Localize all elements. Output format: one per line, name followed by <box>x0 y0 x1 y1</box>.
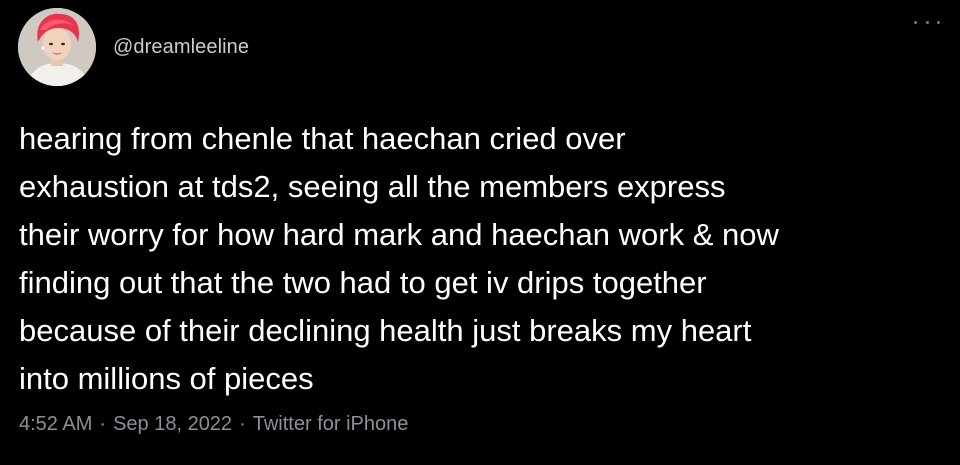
tweet-time[interactable]: 4:52 AM <box>19 413 92 436</box>
meta-separator: · <box>99 413 107 435</box>
meta-separator: · <box>239 413 246 435</box>
tweet-meta: 4:52 AM · Sep 18, 2022 · Twitter for iPh… <box>19 413 408 436</box>
tweet-header: @dreamleeline <box>18 8 249 86</box>
more-horizontal-icon-dot <box>925 20 929 24</box>
avatar[interactable] <box>18 8 96 86</box>
user-handle[interactable]: @dreamleeline <box>113 36 249 59</box>
tweet-date[interactable]: Sep 18, 2022 <box>113 413 232 436</box>
more-horizontal-icon-dot <box>937 20 940 24</box>
tweet-text: hearing from chenle that haechan cried o… <box>19 121 779 396</box>
more-options-button[interactable] <box>914 12 940 32</box>
more-horizontal-icon <box>914 20 917 24</box>
tweet-card: @dreamleeline hearing from chenle that h… <box>0 0 960 465</box>
avatar-image <box>18 8 96 86</box>
tweet-source[interactable]: Twitter for iPhone <box>253 413 409 436</box>
